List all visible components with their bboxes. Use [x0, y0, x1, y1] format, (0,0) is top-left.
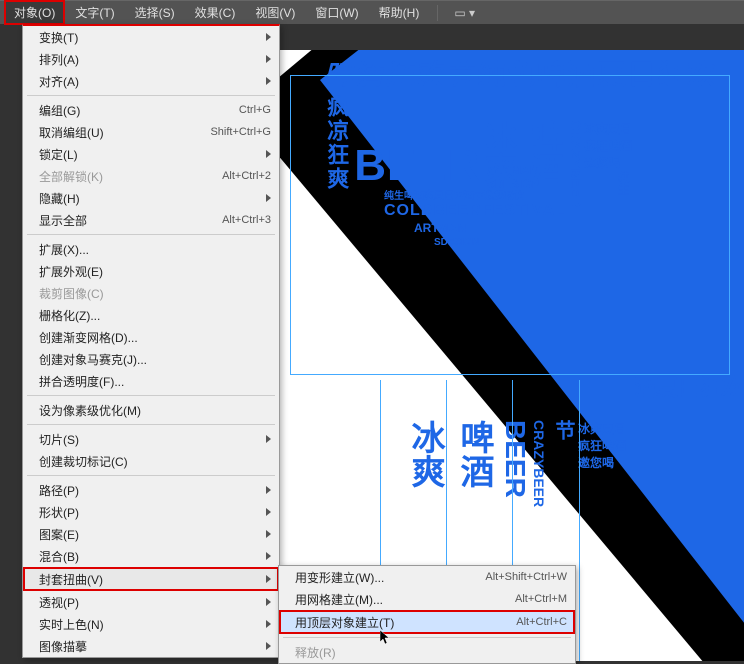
chevron-right-icon	[266, 575, 271, 583]
menu-unlock-all[interactable]: 全部解锁(K)Alt+Ctrl+2	[23, 165, 279, 187]
separator	[27, 234, 275, 235]
menu-gradient-mesh[interactable]: 创建渐变网格(D)...	[23, 326, 279, 348]
submenu-mesh[interactable]: 用网格建立(M)...Alt+Ctrl+M	[279, 588, 575, 610]
chevron-right-icon	[266, 620, 271, 628]
menu-trim-marks[interactable]: 创建裁切标记(C)	[23, 450, 279, 472]
menu-lock[interactable]: 锁定(L)	[23, 143, 279, 165]
menu-flatten-transparency[interactable]: 拼合透明度(F)...	[23, 370, 279, 392]
menu-pattern[interactable]: 图案(E)	[23, 523, 279, 545]
chevron-right-icon	[266, 150, 271, 158]
menu-window[interactable]: 窗口(W)	[305, 0, 368, 25]
menu-image-trace[interactable]: 图像描摹	[23, 635, 279, 657]
menu-rasterize[interactable]: 栅格化(Z)...	[23, 304, 279, 326]
separator	[27, 475, 275, 476]
menu-expand-appearance[interactable]: 扩展外观(E)	[23, 260, 279, 282]
separator	[27, 95, 275, 96]
menubar: 对象(O) 文字(T) 选择(S) 效果(C) 视图(V) 窗口(W) 帮助(H…	[0, 0, 744, 24]
chevron-right-icon	[266, 194, 271, 202]
chevron-right-icon	[266, 435, 271, 443]
separator	[27, 395, 275, 396]
submenu-warp[interactable]: 用变形建立(W)...Alt+Shift+Ctrl+W	[279, 566, 575, 588]
menu-blend[interactable]: 混合(B)	[23, 545, 279, 567]
chevron-right-icon	[266, 33, 271, 41]
menu-slice[interactable]: 切片(S)	[23, 428, 279, 450]
menu-expand[interactable]: 扩展(X)...	[23, 238, 279, 260]
menu-hide[interactable]: 隐藏(H)	[23, 187, 279, 209]
menu-select[interactable]: 选择(S)	[125, 0, 185, 25]
menu-show-all[interactable]: 显示全部Alt+Ctrl+3	[23, 209, 279, 231]
envelope-submenu: 用变形建立(W)...Alt+Shift+Ctrl+W 用网格建立(M)...A…	[278, 565, 576, 664]
chevron-right-icon	[266, 552, 271, 560]
chevron-right-icon	[266, 77, 271, 85]
submenu-release[interactable]: 释放(R)	[279, 641, 575, 663]
menu-shape[interactable]: 形状(P)	[23, 501, 279, 523]
chevron-right-icon	[266, 642, 271, 650]
toolbar-icon[interactable]: ▭ ▾	[446, 6, 483, 20]
menu-view[interactable]: 视图(V)	[245, 0, 305, 25]
submenu-top-object[interactable]: 用顶层对象建立(T)Alt+Ctrl+C	[279, 610, 575, 634]
menu-effect[interactable]: 效果(C)	[185, 0, 246, 25]
menu-transform[interactable]: 变换(T)	[23, 26, 279, 48]
menu-path[interactable]: 路径(P)	[23, 479, 279, 501]
chevron-right-icon	[266, 530, 271, 538]
chevron-right-icon	[266, 598, 271, 606]
menu-perspective[interactable]: 透视(P)	[23, 591, 279, 613]
menu-object-mosaic[interactable]: 创建对象马赛克(J)...	[23, 348, 279, 370]
menu-crop-image[interactable]: 裁剪图像(C)	[23, 282, 279, 304]
object-menu-dropdown: 变换(T) 排列(A) 对齐(A) 编组(G)Ctrl+G 取消编组(U)Shi…	[22, 24, 280, 658]
chevron-right-icon	[266, 55, 271, 63]
chevron-right-icon	[266, 486, 271, 494]
separator	[283, 637, 571, 638]
menu-arrange[interactable]: 排列(A)	[23, 48, 279, 70]
menu-pixel-perfect[interactable]: 设为像素级优化(M)	[23, 399, 279, 421]
menu-live-paint[interactable]: 实时上色(N)	[23, 613, 279, 635]
cursor-icon	[380, 630, 392, 646]
menu-object[interactable]: 对象(O)	[4, 0, 65, 25]
menu-type[interactable]: 文字(T)	[65, 0, 124, 25]
menu-group[interactable]: 编组(G)Ctrl+G	[23, 99, 279, 121]
menu-align[interactable]: 对齐(A)	[23, 70, 279, 92]
menu-ungroup[interactable]: 取消编组(U)Shift+Ctrl+G	[23, 121, 279, 143]
menu-envelope-distort[interactable]: 封套扭曲(V)	[23, 567, 279, 591]
menu-help[interactable]: 帮助(H)	[369, 0, 430, 25]
separator	[437, 5, 438, 21]
separator	[27, 424, 275, 425]
chevron-right-icon	[266, 508, 271, 516]
